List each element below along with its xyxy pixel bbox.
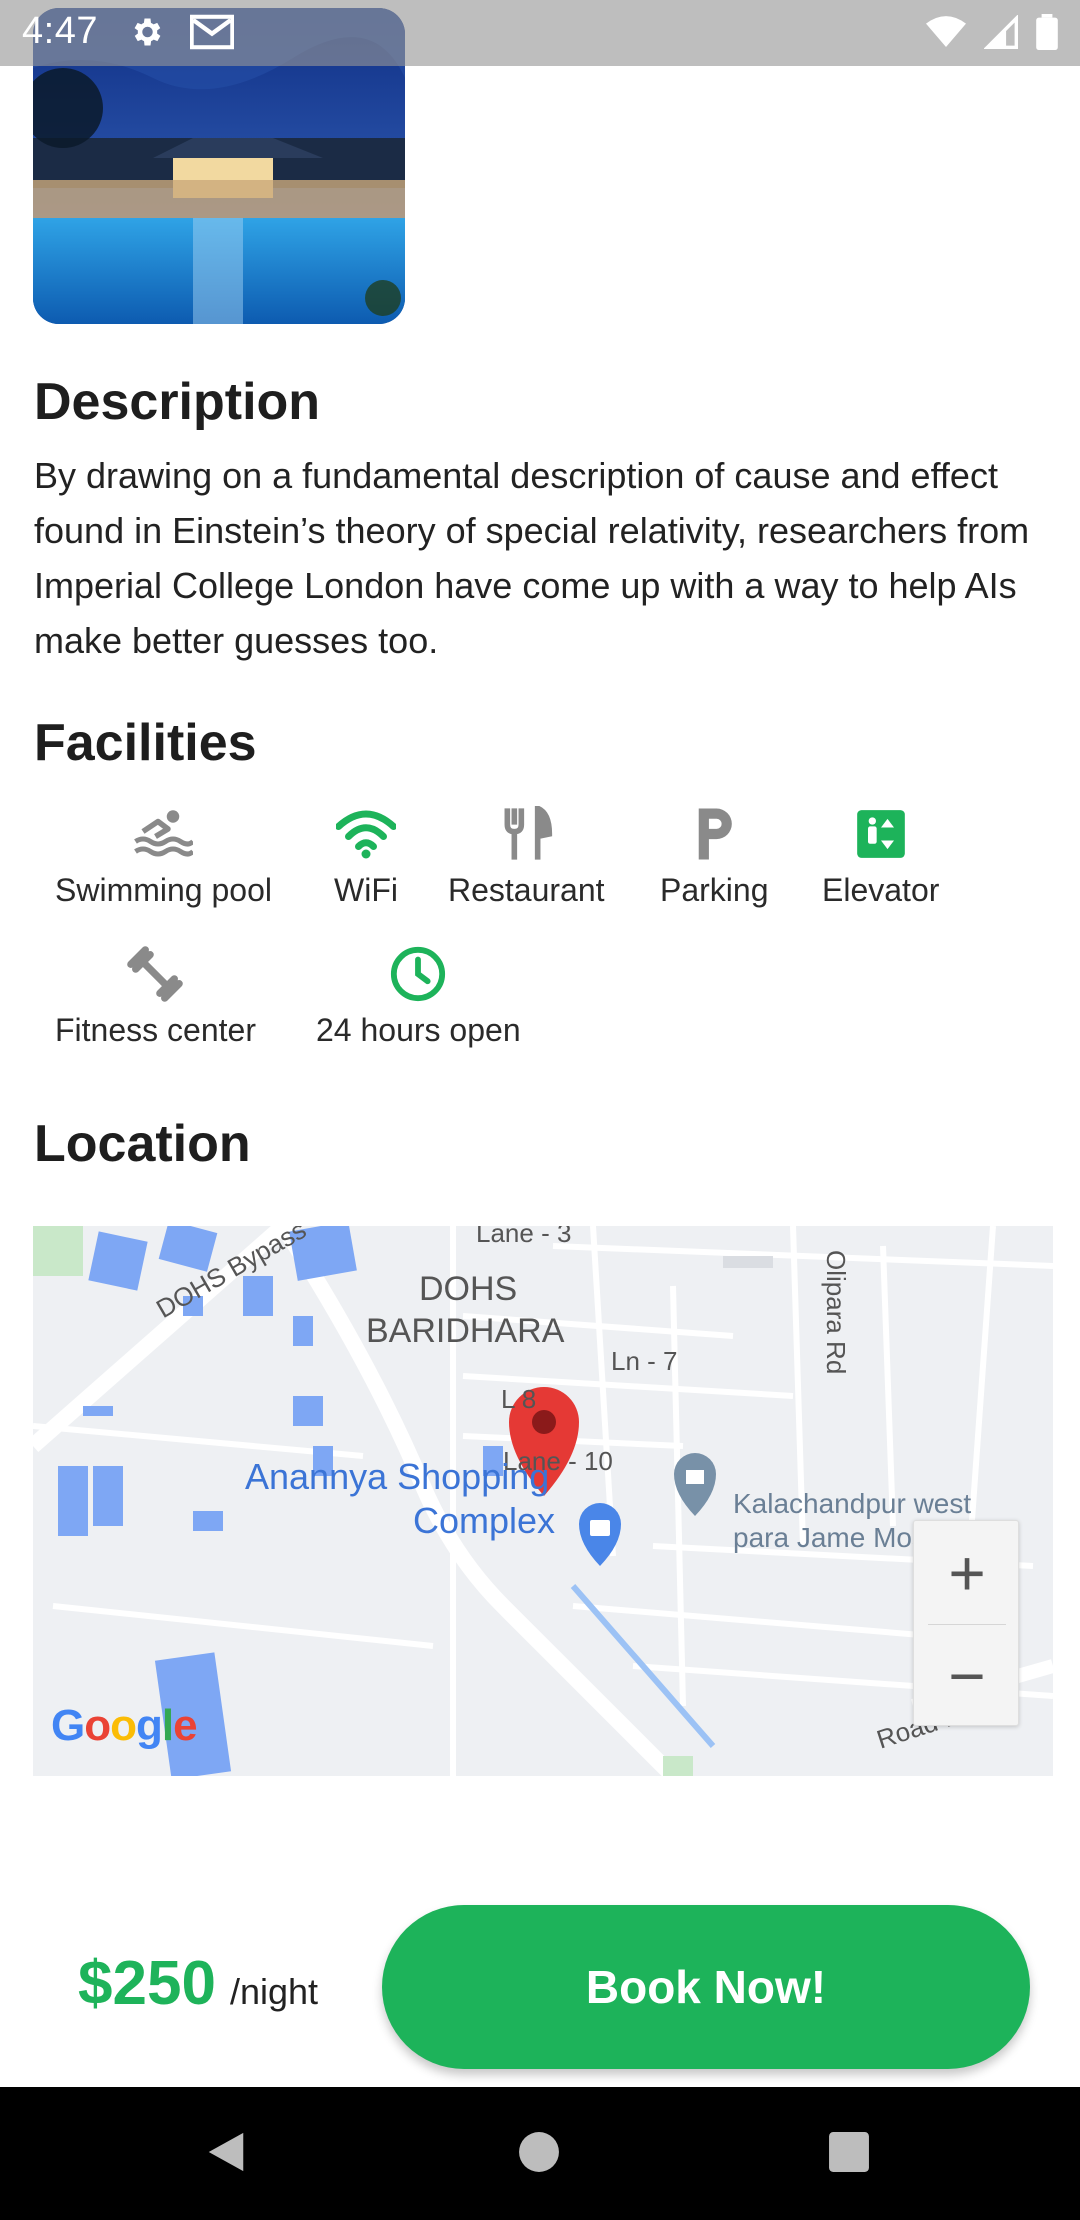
elevator-icon bbox=[851, 804, 911, 864]
facility-label: WiFi bbox=[334, 872, 398, 908]
facility-label: 24 hours open bbox=[316, 1012, 521, 1048]
signal-icon bbox=[983, 14, 1018, 54]
facility-24-hours-open: 24 hours open bbox=[316, 944, 521, 1049]
map-label: BARIDHARA bbox=[366, 1312, 565, 1350]
fitness-icon bbox=[125, 944, 185, 1004]
map-label: Olipara Rd bbox=[821, 1250, 851, 1375]
zoom-out-button[interactable]: − bbox=[914, 1624, 1020, 1727]
facility-restaurant: Restaurant bbox=[448, 804, 605, 909]
facilities-title: Facilities bbox=[34, 714, 257, 772]
restaurant-icon bbox=[496, 804, 556, 864]
facility-fitness-center: Fitness center bbox=[55, 944, 256, 1049]
facility-swimming-pool: Swimming pool bbox=[55, 804, 272, 909]
battery-icon bbox=[1036, 14, 1058, 55]
clock-icon bbox=[388, 944, 448, 1004]
description-title: Description bbox=[34, 373, 321, 431]
google-logo: Google bbox=[51, 1698, 201, 1764]
parking-icon bbox=[684, 804, 744, 864]
map-label: Kalachandpur west bbox=[733, 1488, 972, 1519]
facility-elevator: Elevator bbox=[822, 804, 939, 909]
wifi-icon bbox=[926, 15, 966, 54]
home-icon[interactable] bbox=[518, 2131, 560, 2178]
facility-wifi: WiFi bbox=[334, 804, 398, 909]
map-label: Ln - 7 bbox=[611, 1346, 678, 1376]
status-bar: 4:47 bbox=[0, 0, 1080, 66]
map-zoom-controls: + − bbox=[913, 1520, 1019, 1726]
location-title: Location bbox=[34, 1115, 251, 1173]
book-now-button[interactable]: Book Now! bbox=[382, 1905, 1030, 2069]
map-label: L 8 bbox=[501, 1384, 537, 1414]
google-logo-mark: Google bbox=[51, 1701, 198, 1750]
settings-icon bbox=[128, 14, 164, 55]
navigation-bar bbox=[0, 2087, 1080, 2220]
wifi-icon bbox=[335, 804, 396, 864]
price-unit: /night bbox=[229, 1971, 319, 2012]
price-amount: $250 bbox=[78, 1949, 216, 2018]
description-text: By drawing on a fundamental description … bbox=[34, 455, 1030, 661]
location-map[interactable]: Lane - 3 DOHS Bypass DOHS BARIDHARA Ln -… bbox=[33, 1226, 1053, 1776]
status-time: 4:47 bbox=[22, 10, 98, 52]
facility-parking: Parking bbox=[660, 804, 769, 909]
facility-label: Parking bbox=[660, 872, 769, 908]
price: $250 /night bbox=[78, 1948, 318, 2019]
map-label: Anannya Shopping bbox=[245, 1456, 550, 1497]
back-icon[interactable] bbox=[204, 2129, 248, 2180]
facility-label: Fitness center bbox=[55, 1012, 256, 1048]
map-label: Lane - 3 bbox=[476, 1226, 572, 1248]
map-label: DOHS bbox=[419, 1270, 518, 1308]
zoom-in-button[interactable]: + bbox=[914, 1521, 1020, 1624]
gmail-icon bbox=[189, 14, 235, 55]
screen: 4:47 Description By drawing on a fundame… bbox=[0, 0, 1080, 2220]
svg-text:Google: Google bbox=[51, 1701, 197, 1750]
recents-icon[interactable] bbox=[828, 2131, 870, 2178]
facility-label: Elevator bbox=[822, 872, 940, 908]
swimming-icon bbox=[133, 804, 194, 864]
map-label: Complex bbox=[413, 1500, 556, 1541]
facility-label: Restaurant bbox=[448, 872, 605, 908]
facility-label: Swimming pool bbox=[55, 872, 272, 908]
